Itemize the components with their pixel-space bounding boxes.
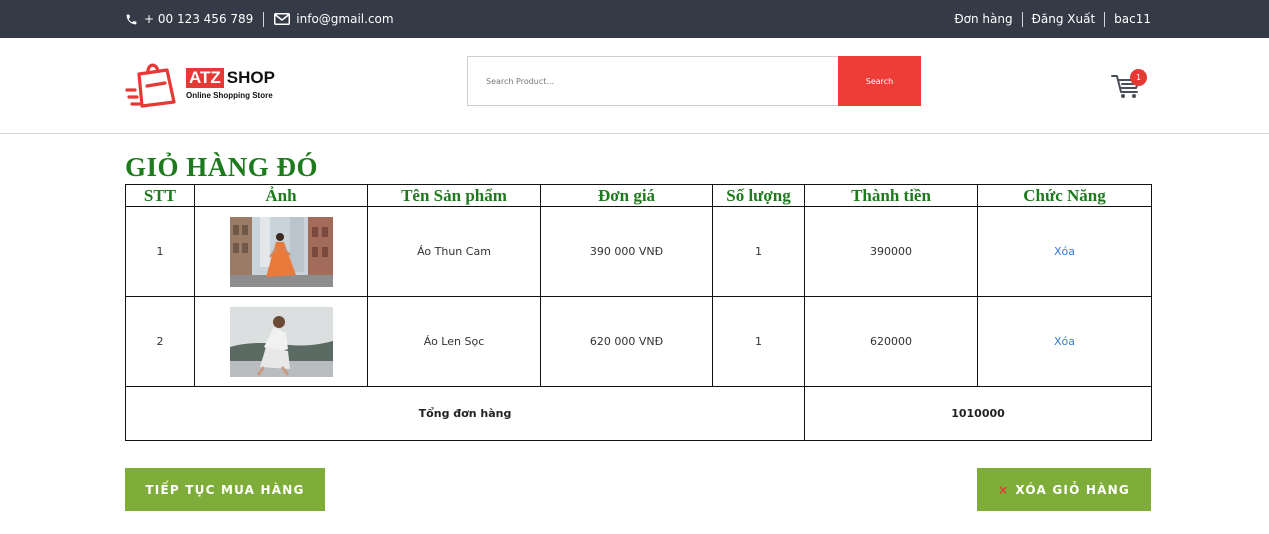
email-address: info@gmail.com [296,12,394,26]
table-header-row: STT Ảnh Tên Sản phẩm Đơn giá Số lượng Th… [125,184,1152,207]
close-icon: × [998,482,1010,497]
username-link[interactable]: bac11 [1114,12,1151,26]
search-button[interactable]: Search [838,56,921,106]
divider [1104,11,1106,27]
column-header-stt: STT [125,184,195,207]
order-total-row: Tổng đơn hàng 1010000 [125,386,1152,441]
contact-info: + 00 123 456 789 info@gmail.com [125,0,394,38]
continue-shopping-button[interactable]: TIẾP TỤC MUA HÀNG [125,468,325,511]
unit-price: 390 000 VNĐ [540,206,713,297]
quantity: 1 [712,206,805,297]
phone-number: + 00 123 456 789 [144,12,254,26]
delete-item-link[interactable]: Xóa [1054,335,1075,348]
site-logo[interactable]: ATZ SHOP Online Shopping Store [125,60,285,112]
clear-cart-label: XÓA GIỎ HÀNG [1015,482,1130,497]
product-image-cell [194,206,368,297]
search-bar: Search [467,56,921,106]
account-links: Đơn hàng Đăng Xuất bac11 [954,0,1151,38]
column-header-actions: Chức Năng [977,184,1152,207]
divider [1021,11,1023,27]
cart-table: STT Ảnh Tên Sản phẩm Đơn giá Số lượng Th… [125,184,1152,441]
envelope-icon [274,13,291,25]
logout-link[interactable]: Đăng Xuất [1032,12,1096,26]
logo-tagline: Online Shopping Store [186,91,273,100]
site-header: ATZ SHOP Online Shopping Store Search 1 [0,38,1269,134]
logo-atz: ATZ [186,68,224,88]
logo-shop: SHOP [226,68,275,87]
phone-contact: + 00 123 456 789 [125,12,253,26]
column-header-unit-price: Đơn giá [540,184,713,207]
search-input[interactable] [467,56,838,106]
column-header-line-total: Thành tiền [804,184,978,207]
page-title: GIỎ HÀNG ĐÓ [125,152,319,182]
product-image-cell [194,296,368,387]
orders-link[interactable]: Đơn hàng [954,12,1012,26]
product-image [229,306,333,377]
column-header-image: Ảnh [194,184,368,207]
order-total-label: Tổng đơn hàng [125,386,805,441]
row-stt: 1 [125,206,195,297]
table-row: 1 Áo Thun Cam 390 000 VNĐ 1 390000 Xóa [125,206,1152,297]
delete-item-link[interactable]: Xóa [1054,245,1075,258]
column-header-product-name: Tên Sản phẩm [367,184,541,207]
action-cell: Xóa [977,296,1152,387]
divider [263,11,265,27]
column-header-quantity: Số lượng [712,184,805,207]
line-total: 390000 [804,206,978,297]
top-bar: + 00 123 456 789 info@gmail.com Đơn hàng… [0,0,1269,38]
product-image [229,216,333,287]
row-stt: 2 [125,296,195,387]
clear-cart-button[interactable]: × XÓA GIỎ HÀNG [977,468,1151,511]
unit-price: 620 000 VNĐ [540,296,713,387]
shopping-cart-icon [1110,75,1142,104]
cart-count-badge: 1 [1130,69,1147,86]
shopping-bag-icon [125,60,179,116]
product-name: Áo Thun Cam [367,206,541,297]
phone-icon [125,13,138,26]
email-contact: info@gmail.com [274,12,394,26]
cart-button[interactable]: 1 [1110,68,1150,104]
order-total-value: 1010000 [804,386,1152,441]
product-name: Áo Len Sọc [367,296,541,387]
table-row: 2 Áo Len Sọc 620 000 VNĐ 1 620000 Xóa [125,296,1152,387]
logo-wordmark: ATZ SHOP [186,68,275,88]
quantity: 1 [712,296,805,387]
action-cell: Xóa [977,206,1152,297]
line-total: 620000 [804,296,978,387]
